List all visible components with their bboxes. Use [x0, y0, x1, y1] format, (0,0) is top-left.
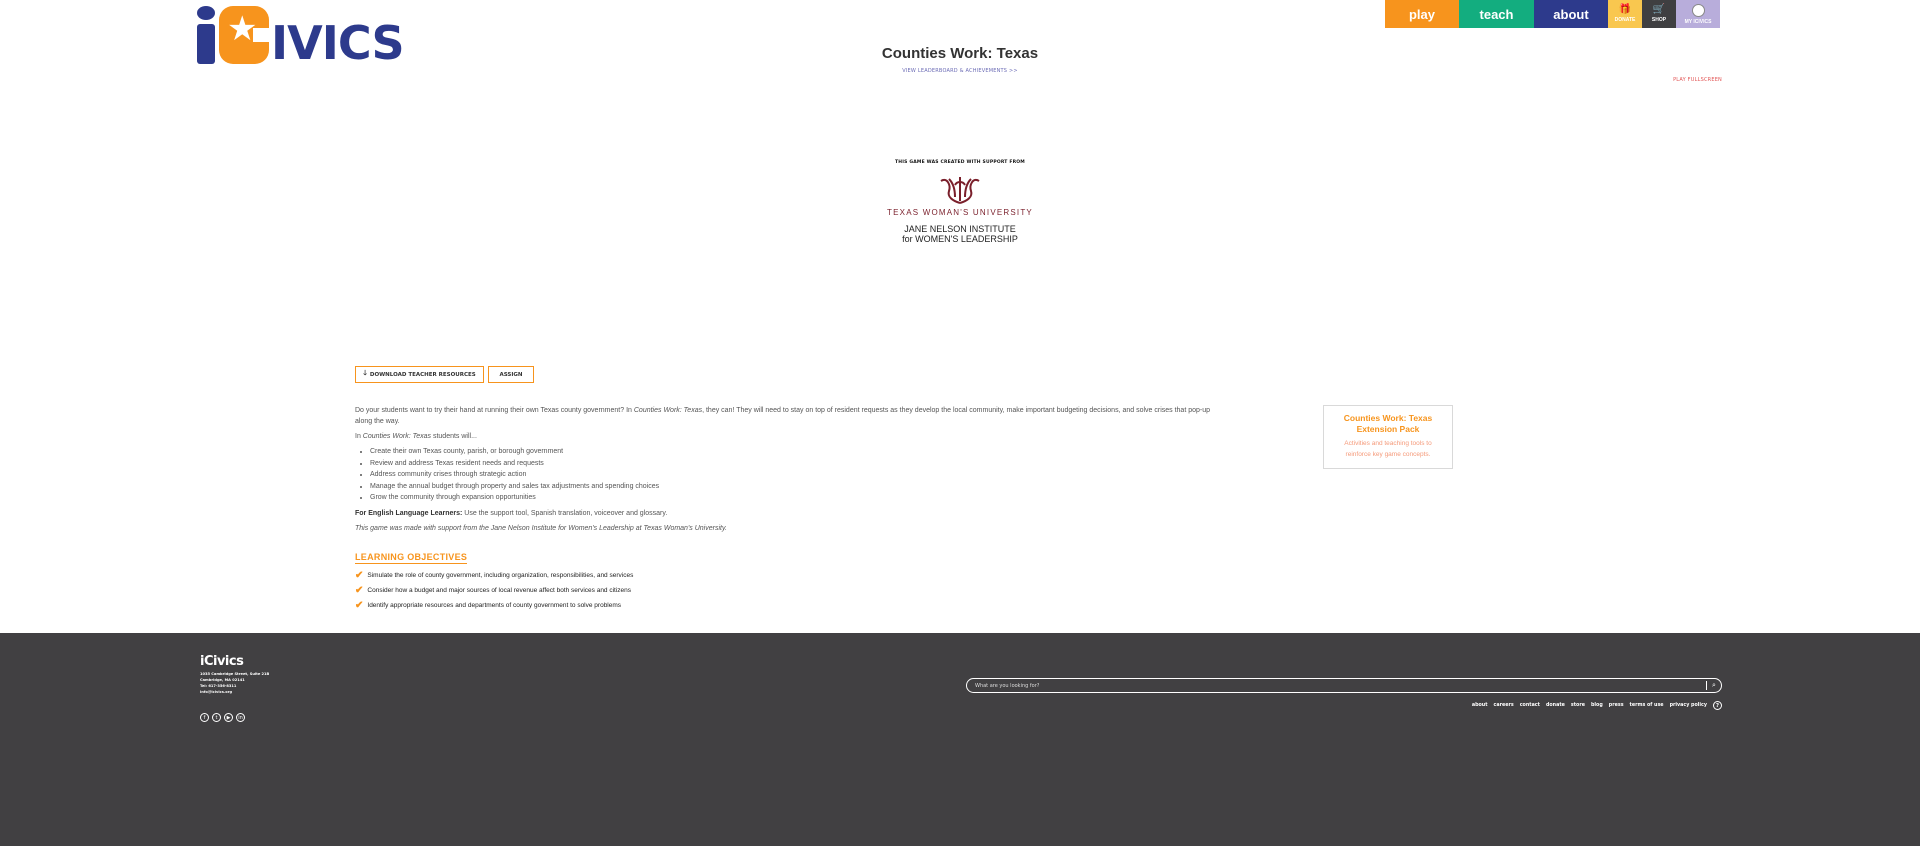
university-name: TEXAS WOMAN'S UNIVERSITY	[887, 208, 1033, 217]
nav-about[interactable]: about	[1534, 0, 1608, 28]
footer-link-donate[interactable]: donate	[1546, 703, 1565, 708]
footer-link-privacy[interactable]: privacy policy	[1670, 703, 1707, 708]
extension-pack-description: Activities and teaching tools to reinfor…	[1344, 440, 1432, 458]
institute-name-line2: for WOMEN'S LEADERSHIP	[902, 234, 1018, 244]
nav-donate-label: DONATE	[1614, 17, 1636, 23]
assign-button[interactable]: ASSIGN	[488, 366, 534, 383]
ell-title: For English Language Learners:	[355, 509, 463, 517]
search-icon[interactable]: ⌕	[1707, 681, 1721, 690]
download-arrow-icon: 🡓	[363, 369, 367, 377]
gift-icon: 🎁	[1618, 4, 1632, 15]
nav-shop[interactable]: 🛒 SHOP	[1642, 0, 1676, 28]
list-item: Review and address Texas resident needs …	[370, 458, 1225, 470]
footer-link-careers[interactable]: careers	[1494, 703, 1514, 708]
nav-donate[interactable]: 🎁 DONATE	[1608, 0, 1642, 28]
footer-link-contact[interactable]: contact	[1520, 703, 1540, 708]
list-item: ✔ Identify appropriate resources and dep…	[355, 598, 633, 613]
will-text-b: students will...	[431, 433, 477, 440]
facebook-icon[interactable]: f	[200, 713, 209, 722]
list-item: Create their own Texas county, parish, o…	[370, 446, 1225, 458]
ell-note: For English Language Learners: Use the s…	[355, 508, 1225, 519]
objective-text: Simulate the role of county government, …	[367, 572, 634, 579]
nav-my-icivics-label: MY ICIVICS	[1684, 18, 1712, 25]
intro-game-title: Counties Work: Texas	[633, 407, 703, 414]
list-item: ✔ Simulate the role of county government…	[355, 568, 633, 583]
will-text-a: In	[355, 433, 363, 440]
footer-link-about[interactable]: about	[1472, 703, 1488, 708]
will-game-title: Counties Work: Texas	[362, 433, 432, 440]
help-icon[interactable]: ?	[1713, 701, 1722, 710]
student-activities-list: Create their own Texas county, parish, o…	[355, 446, 1225, 504]
sponsor-label: THIS GAME WAS CREATED WITH SUPPORT FROM	[895, 160, 1025, 165]
nav-shop-label: SHOP	[1651, 17, 1667, 23]
ell-text: Use the support tool, Spanish translatio…	[462, 509, 668, 517]
footer: iCivics 1035 Cambridge Street, Suite 21B…	[0, 633, 1920, 846]
checkmark-icon: ✔	[355, 569, 364, 581]
footer-links: about careers contact donate store blog …	[1472, 701, 1722, 710]
extension-pack-title: Counties Work: Texas Extension Pack	[1343, 413, 1433, 434]
avatar	[1691, 3, 1705, 17]
checkmark-icon: ✔	[355, 584, 364, 596]
description-will: In Counties Work: Texas students will...	[355, 431, 1225, 442]
footer-link-press[interactable]: press	[1609, 703, 1624, 708]
list-item: Grow the community through expansion opp…	[370, 492, 1225, 504]
footer-address: 1035 Cambridge Street, Suite 21B Cambrid…	[200, 671, 269, 695]
list-item: ✔ Consider how a budget and major source…	[355, 583, 633, 598]
description-intro: Do your students want to try their hand …	[355, 405, 1225, 427]
footer-link-blog[interactable]: blog	[1591, 703, 1603, 708]
learning-objectives-title: LEARNING OBJECTIVES	[355, 552, 468, 564]
download-teacher-resources-button[interactable]: 🡓 DOWNLOAD TEACHER RESOURCES	[355, 366, 484, 383]
play-fullscreen-link[interactable]: PLAY FULLSCREEN	[1673, 77, 1722, 83]
support-note-text: This game was made with support from the…	[355, 524, 727, 532]
twitter-icon[interactable]: t	[212, 713, 221, 722]
linkedin-icon[interactable]: in	[236, 713, 245, 722]
address-email[interactable]: info@icivics.org	[200, 689, 269, 695]
page-title: Counties Work: Texas	[881, 45, 1039, 62]
learning-objectives-list: ✔ Simulate the role of county government…	[355, 568, 633, 613]
main-nav: play teach about 🎁 DONATE 🛒 SHOP MY ICIV…	[1385, 0, 1720, 28]
game-description: Do your students want to try their hand …	[355, 405, 1225, 538]
youtube-icon[interactable]: ▶	[224, 713, 233, 722]
list-item: Address community crises through strateg…	[370, 469, 1225, 481]
intro-text-a: Do your students want to try their hand …	[355, 407, 634, 414]
objective-text: Consider how a budget and major sources …	[367, 587, 632, 594]
nav-my-icivics[interactable]: MY ICIVICS	[1676, 0, 1720, 28]
search-input[interactable]	[967, 681, 1706, 690]
objective-text: Identify appropriate resources and depar…	[367, 602, 622, 609]
assign-button-label: ASSIGN	[499, 371, 523, 378]
support-note: This game was made with support from the…	[355, 523, 1225, 534]
social-links: f t ▶ in	[200, 713, 245, 722]
footer-logo[interactable]: iCivics	[200, 654, 244, 669]
download-button-label: DOWNLOAD TEACHER RESOURCES	[369, 371, 476, 378]
institute-name-line1: JANE NELSON INSTITUTE	[904, 224, 1016, 234]
footer-search: ⌕	[966, 678, 1722, 693]
nav-play[interactable]: play	[1385, 0, 1459, 28]
checkmark-icon: ✔	[355, 599, 364, 611]
nav-teach[interactable]: teach	[1459, 0, 1534, 28]
leaderboard-link[interactable]: VIEW LEADERBOARD & ACHIEVEMENTS >>	[0, 68, 1920, 74]
twu-emblem-icon	[940, 177, 980, 204]
list-item: Manage the annual budget through propert…	[370, 481, 1225, 493]
footer-link-terms[interactable]: terms of use	[1630, 703, 1664, 708]
cart-icon: 🛒	[1652, 4, 1666, 15]
extension-pack-card[interactable]: Counties Work: Texas Extension Pack Acti…	[1323, 405, 1453, 469]
footer-link-store[interactable]: store	[1571, 703, 1585, 708]
